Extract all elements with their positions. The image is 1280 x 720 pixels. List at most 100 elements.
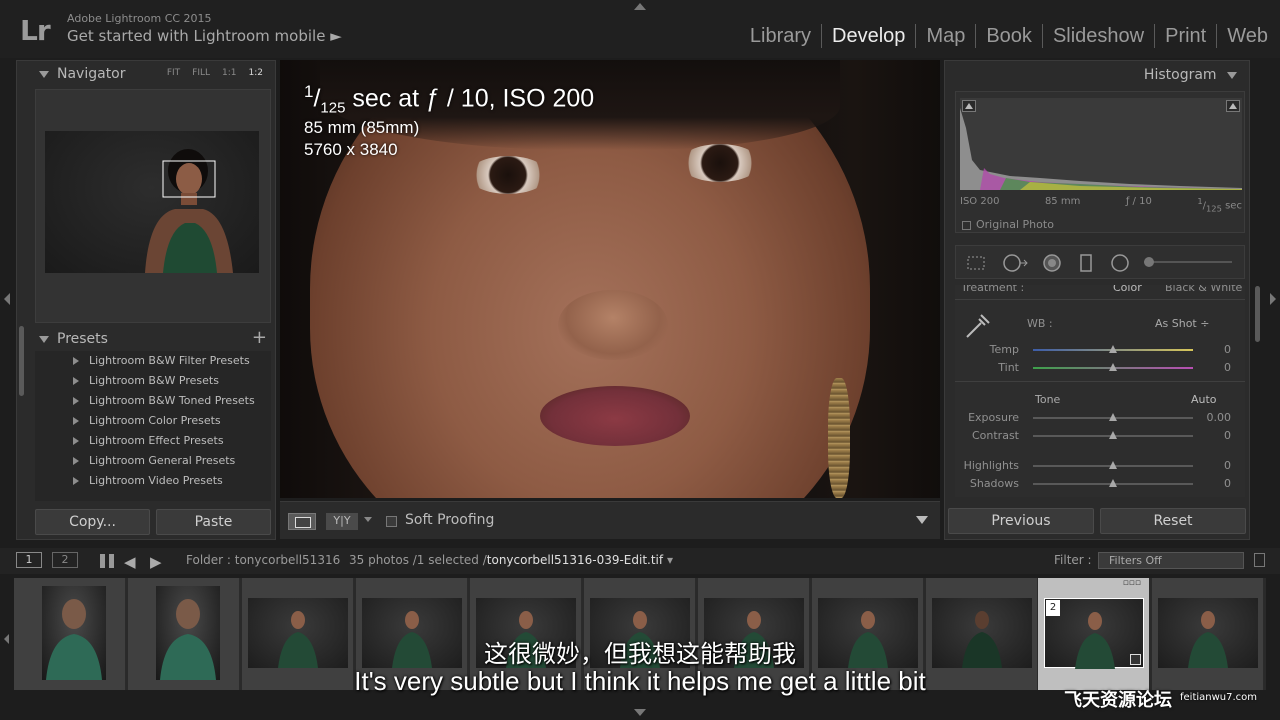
red-eye-icon[interactable] — [1042, 253, 1062, 273]
highlights-slider[interactable] — [1033, 461, 1193, 469]
shadows-slider[interactable] — [1033, 479, 1193, 487]
zoom-fit[interactable]: FIT — [167, 68, 180, 78]
histogram-header[interactable]: Histogram — [1144, 67, 1237, 83]
add-preset-button[interactable]: + — [252, 327, 267, 348]
preset-folder-label: Lightroom B&W Presets — [89, 374, 219, 387]
photo-eye-right — [680, 144, 760, 182]
thumbnail-options[interactable]: ▫▫▫ — [1123, 578, 1141, 588]
histogram-curve — [960, 108, 1242, 190]
module-map[interactable]: Map — [916, 24, 977, 48]
lightroom-logo: Lr — [20, 14, 51, 47]
tint-value[interactable]: 0 — [1224, 361, 1231, 374]
left-panel-scrollbar[interactable] — [19, 326, 24, 396]
photo-earring — [828, 378, 850, 498]
module-book[interactable]: Book — [976, 24, 1043, 48]
previous-photo-arrow-icon[interactable]: ◀ — [124, 553, 136, 571]
shadow-clipping-icon[interactable] — [962, 100, 976, 112]
slider-knob[interactable] — [1109, 413, 1117, 421]
slider-knob[interactable] — [1109, 363, 1117, 371]
shutter-info: 1/125 sec at ƒ / 10, ISO 200 — [304, 82, 595, 117]
soft-proofing-label: Soft Proofing — [405, 512, 495, 528]
collapse-top-arrow-icon[interactable] — [634, 3, 646, 10]
preset-folder[interactable]: Lightroom Video Presets — [35, 471, 271, 491]
highlight-clipping-icon[interactable] — [1226, 100, 1240, 112]
soft-proofing-checkbox[interactable] — [386, 516, 397, 527]
preset-folder[interactable]: Lightroom B&W Filter Presets — [35, 351, 271, 371]
collapse-right-arrow-icon[interactable] — [1270, 293, 1276, 305]
zoom-fill[interactable]: FILL — [192, 68, 210, 78]
grid-view-icon[interactable] — [100, 554, 114, 568]
contrast-slider[interactable] — [1033, 431, 1193, 439]
treatment-black-white[interactable]: Black & White — [1165, 285, 1242, 294]
exposure-value[interactable]: 0.00 — [1207, 411, 1232, 424]
main-screen-button[interactable]: 1 — [16, 552, 42, 568]
divider — [955, 299, 1245, 300]
navigator-thumbnail[interactable] — [45, 131, 259, 273]
preset-folder[interactable]: Lightroom B&W Presets — [35, 371, 271, 391]
highlights-value[interactable]: 0 — [1224, 459, 1231, 472]
graduated-filter-icon[interactable] — [1076, 253, 1096, 273]
module-develop[interactable]: Develop — [822, 24, 917, 48]
preset-folder[interactable]: Lightroom Color Presets — [35, 411, 271, 431]
photo-count[interactable]: 35 photos /1 selected /tonycorbell51316-… — [349, 553, 673, 567]
next-photo-arrow-icon[interactable]: ▶ — [150, 553, 162, 571]
original-photo-toggle[interactable]: Original Photo — [962, 218, 1054, 231]
collapse-bottom-arrow-icon[interactable] — [634, 709, 646, 716]
histogram[interactable]: ISO 200 85 mm ƒ / 10 1/125 sec Original … — [955, 91, 1245, 233]
tool-strip — [955, 245, 1245, 279]
watermark-url: feitianwu7.com — [1180, 692, 1258, 703]
highlights-label: Highlights — [963, 459, 1019, 472]
focal-length-info: 85 mm (85mm) — [304, 118, 420, 138]
preset-folder-label: Lightroom B&W Toned Presets — [89, 394, 255, 407]
original-photo-checkbox[interactable] — [962, 220, 971, 230]
preset-folder[interactable]: Lightroom Effect Presets — [35, 431, 271, 451]
loupe-view-icon[interactable] — [288, 513, 316, 530]
slider-knob[interactable] — [1109, 431, 1117, 439]
radial-filter-icon[interactable] — [1110, 253, 1130, 273]
zoom-1-2[interactable]: 1:2 — [249, 68, 263, 78]
expand-triangle-icon — [73, 397, 79, 405]
eyedropper-icon[interactable] — [963, 311, 993, 341]
module-web[interactable]: Web — [1217, 24, 1270, 48]
tint-slider[interactable] — [1033, 363, 1193, 371]
brush-slider[interactable] — [1144, 257, 1232, 267]
slider-knob[interactable] — [1109, 345, 1117, 353]
before-after-button[interactable]: Y|Y — [326, 513, 358, 530]
secondary-screen-button[interactable]: 2 — [52, 552, 78, 568]
module-print[interactable]: Print — [1155, 24, 1218, 48]
filter-dropdown[interactable]: Filters Off — [1098, 552, 1244, 569]
reset-button[interactable]: Reset — [1100, 508, 1246, 534]
slider-knob[interactable] — [1109, 461, 1117, 469]
module-library[interactable]: Library — [740, 24, 823, 48]
mobile-link[interactable]: Get started with Lightroom mobile ► — [67, 27, 342, 45]
shadows-value[interactable]: 0 — [1224, 477, 1231, 490]
slider-knob[interactable] — [1109, 479, 1117, 487]
previous-button[interactable]: Previous — [948, 508, 1094, 534]
preset-folder[interactable]: Lightroom General Presets — [35, 451, 271, 471]
collapse-left-arrow-icon[interactable] — [4, 293, 10, 305]
expand-triangle-icon — [73, 357, 79, 365]
treatment-label: Treatment : — [961, 285, 1025, 294]
expand-triangle-icon — [73, 377, 79, 385]
spot-removal-icon[interactable] — [1002, 253, 1028, 273]
folder-path[interactable]: Folder : tonycorbell51316 — [186, 553, 340, 567]
main-photo-view[interactable]: 1/125 sec at ƒ / 10, ISO 200 85 mm (85mm… — [280, 60, 940, 498]
copy-button[interactable]: Copy... — [35, 509, 150, 535]
auto-tone-button[interactable]: Auto — [1191, 393, 1217, 406]
module-slideshow[interactable]: Slideshow — [1043, 24, 1156, 48]
toolbar-options-dropdown-icon[interactable] — [916, 516, 928, 524]
paste-button[interactable]: Paste — [156, 509, 271, 535]
before-after-dropdown-icon[interactable] — [364, 517, 372, 522]
preset-folder[interactable]: Lightroom B&W Toned Presets — [35, 391, 271, 411]
contrast-value[interactable]: 0 — [1224, 429, 1231, 442]
crop-icon[interactable] — [966, 253, 986, 273]
treatment-color[interactable]: Color — [1113, 285, 1142, 294]
zoom-1-1[interactable]: 1:1 — [222, 68, 236, 78]
exposure-slider[interactable] — [1033, 413, 1193, 421]
temp-value[interactable]: 0 — [1224, 343, 1231, 356]
right-panel-scrollbar[interactable] — [1255, 286, 1260, 342]
wb-dropdown[interactable]: As Shot ÷ — [1155, 317, 1209, 330]
filter-lock-icon[interactable] — [1254, 553, 1265, 567]
temp-slider[interactable] — [1033, 345, 1193, 353]
collapse-triangle-icon — [39, 335, 49, 343]
